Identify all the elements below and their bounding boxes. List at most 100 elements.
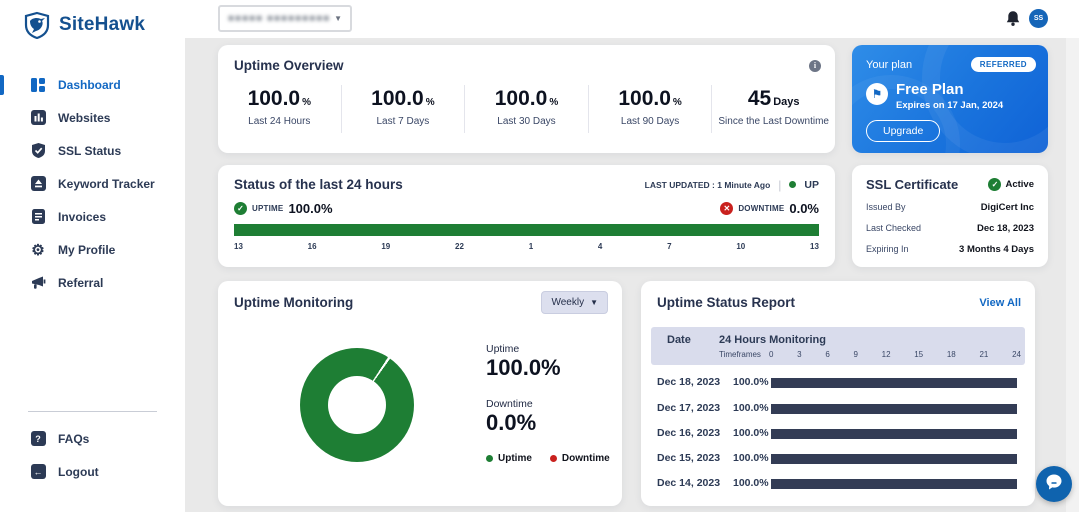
ssl-status-text: Active xyxy=(1005,179,1034,190)
sidebar-item-label: Keyword Tracker xyxy=(58,177,155,191)
sidebar-item-label: Invoices xyxy=(58,210,106,224)
sidebar-item-label: SSL Status xyxy=(58,144,121,158)
plan-flag-icon: ⚑ xyxy=(866,83,888,105)
uptime-overview-card: Uptime Overview i 100.0% Last 24 Hours 1… xyxy=(218,45,835,153)
brand-logo[interactable]: SiteHawk xyxy=(0,0,185,40)
dashboard-icon xyxy=(30,77,46,93)
tick: 16 xyxy=(308,242,317,251)
tf-tick: 15 xyxy=(914,350,923,359)
sidebar-item-logout[interactable]: ← Logout xyxy=(0,455,185,488)
ssl-row-value: 3 Months 4 Days xyxy=(959,244,1034,255)
report-table-header: Date 24 Hours Monitoring Timeframes 0 3 … xyxy=(651,327,1025,365)
status-title: Status of the last 24 hours xyxy=(234,177,403,192)
vertical-scrollbar[interactable] xyxy=(1066,38,1079,512)
row-uptime-pct: 100.0% xyxy=(733,477,769,489)
ssl-check-icon: ✓ xyxy=(988,178,1001,191)
chevron-down-icon: ▼ xyxy=(334,14,342,23)
upgrade-button[interactable]: Upgrade xyxy=(866,120,940,142)
tf-tick: 18 xyxy=(947,350,956,359)
stat-unit: % xyxy=(302,97,311,108)
sidebar-item-referral[interactable]: Referral xyxy=(0,266,185,299)
table-row: Dec 15, 2023 100.0% xyxy=(651,449,1025,469)
tf-tick: 21 xyxy=(979,350,988,359)
stat-value: 100.0 xyxy=(495,87,548,110)
tick: 19 xyxy=(381,242,390,251)
status-24h-card: Status of the last 24 hours LAST UPDATED… xyxy=(218,165,835,267)
uptime-value: 100.0% xyxy=(288,201,332,216)
uptime-summary: ✓ UPTIME 100.0% xyxy=(234,201,333,216)
row-date: Dec 17, 2023 xyxy=(657,402,720,414)
range-selector-dropdown[interactable]: Weekly ▼ xyxy=(541,291,608,314)
stat-value: 100.0 xyxy=(618,87,671,110)
table-row: Dec 18, 2023 100.0% xyxy=(651,373,1025,393)
stat-unit: Days xyxy=(773,96,799,108)
ssl-issued-by-row: Issued By DigiCert Inc xyxy=(852,202,1048,213)
hour-ticks: 13 16 19 22 1 4 7 10 13 xyxy=(234,242,819,251)
invoices-icon xyxy=(30,209,46,225)
sidebar-item-my-profile[interactable]: ⚙ My Profile xyxy=(0,233,185,266)
user-avatar[interactable]: SS xyxy=(1029,9,1048,28)
plan-card: Your plan REFERRED ⚑ Free Plan Expires o… xyxy=(852,45,1048,153)
tick: 22 xyxy=(455,242,464,251)
last-updated-text: LAST UPDATED : 1 Minute Ago xyxy=(645,180,771,190)
row-date: Dec 14, 2023 xyxy=(657,477,720,489)
donut-legend: Uptime Downtime xyxy=(486,453,610,464)
megaphone-icon xyxy=(30,275,46,291)
brand-name: SiteHawk xyxy=(59,14,145,36)
stat-last-30-days: 100.0% Last 30 Days xyxy=(465,85,589,133)
uptime-legend-dot xyxy=(486,455,493,462)
info-icon[interactable]: i xyxy=(809,60,821,72)
row-24h-bar xyxy=(771,454,1017,464)
view-all-link[interactable]: View All xyxy=(979,297,1021,309)
stat-label: Last 30 Days xyxy=(465,116,588,127)
ssl-title: SSL Certificate xyxy=(866,177,958,192)
uptime-donut-chart xyxy=(300,348,414,462)
row-date: Dec 16, 2023 xyxy=(657,427,720,439)
stat-label: Last 7 Days xyxy=(342,116,465,127)
stat-label: Last 24 Hours xyxy=(218,116,341,127)
website-selector-dropdown[interactable]: ●●●●● ●●●●●●●●● ▼ xyxy=(218,5,352,32)
tick: 4 xyxy=(598,242,602,251)
uptime-24h-bar xyxy=(234,224,819,236)
sidebar-item-keyword-tracker[interactable]: Keyword Tracker xyxy=(0,167,185,200)
sidebar-item-websites[interactable]: Websites xyxy=(0,101,185,134)
sitehawk-hawk-shield-icon xyxy=(22,10,52,40)
tf-tick: 3 xyxy=(797,350,801,359)
sidebar-item-faqs[interactable]: ? FAQs xyxy=(0,422,185,455)
stat-last-90-days: 100.0% Last 90 Days xyxy=(589,85,713,133)
meta-divider: | xyxy=(778,178,781,192)
downtime-cross-icon: ✕ xyxy=(720,202,733,215)
legend-label: Downtime xyxy=(562,453,610,464)
stat-value: 100.0 xyxy=(248,87,301,110)
sidebar-item-label: Dashboard xyxy=(58,78,121,92)
notification-bell-icon[interactable] xyxy=(1005,10,1021,32)
ssl-row-label: Expiring In xyxy=(866,244,909,255)
stat-value: 100.0 xyxy=(371,87,424,110)
tick: 1 xyxy=(529,242,533,251)
row-uptime-pct: 100.0% xyxy=(733,427,769,439)
active-indicator xyxy=(0,75,4,95)
row-24h-bar xyxy=(771,479,1017,489)
legend-uptime: Uptime xyxy=(486,453,532,464)
tick: 10 xyxy=(736,242,745,251)
avatar-initials: SS xyxy=(1034,15,1043,22)
keyword-tracker-icon xyxy=(30,176,46,192)
plan-card-title: Your plan xyxy=(866,59,912,71)
tick: 13 xyxy=(234,242,243,251)
uptime-status-report-card: Uptime Status Report View All Date 24 Ho… xyxy=(641,281,1035,506)
sidebar-footer: ? FAQs ← Logout xyxy=(0,422,185,488)
row-uptime-pct: 100.0% xyxy=(733,452,769,464)
ssl-certificate-card: SSL Certificate ✓ Active Issued By DigiC… xyxy=(852,165,1048,267)
chat-launcher-button[interactable] xyxy=(1036,466,1072,502)
donut-values: Uptime 100.0% Downtime 0.0% xyxy=(486,343,561,436)
sidebar-item-ssl-status[interactable]: SSL Status xyxy=(0,134,185,167)
stat-value: 45 xyxy=(748,87,771,110)
stat-unit: % xyxy=(673,97,682,108)
sidebar-item-label: Referral xyxy=(58,276,103,290)
chat-bubble-icon xyxy=(1045,473,1063,496)
table-row: Dec 17, 2023 100.0% xyxy=(651,399,1025,419)
sidebar-item-dashboard[interactable]: Dashboard xyxy=(0,68,185,101)
logout-arrow-icon: ← xyxy=(30,464,46,480)
sidebar-item-invoices[interactable]: Invoices xyxy=(0,200,185,233)
tf-tick: 0 xyxy=(769,350,773,359)
